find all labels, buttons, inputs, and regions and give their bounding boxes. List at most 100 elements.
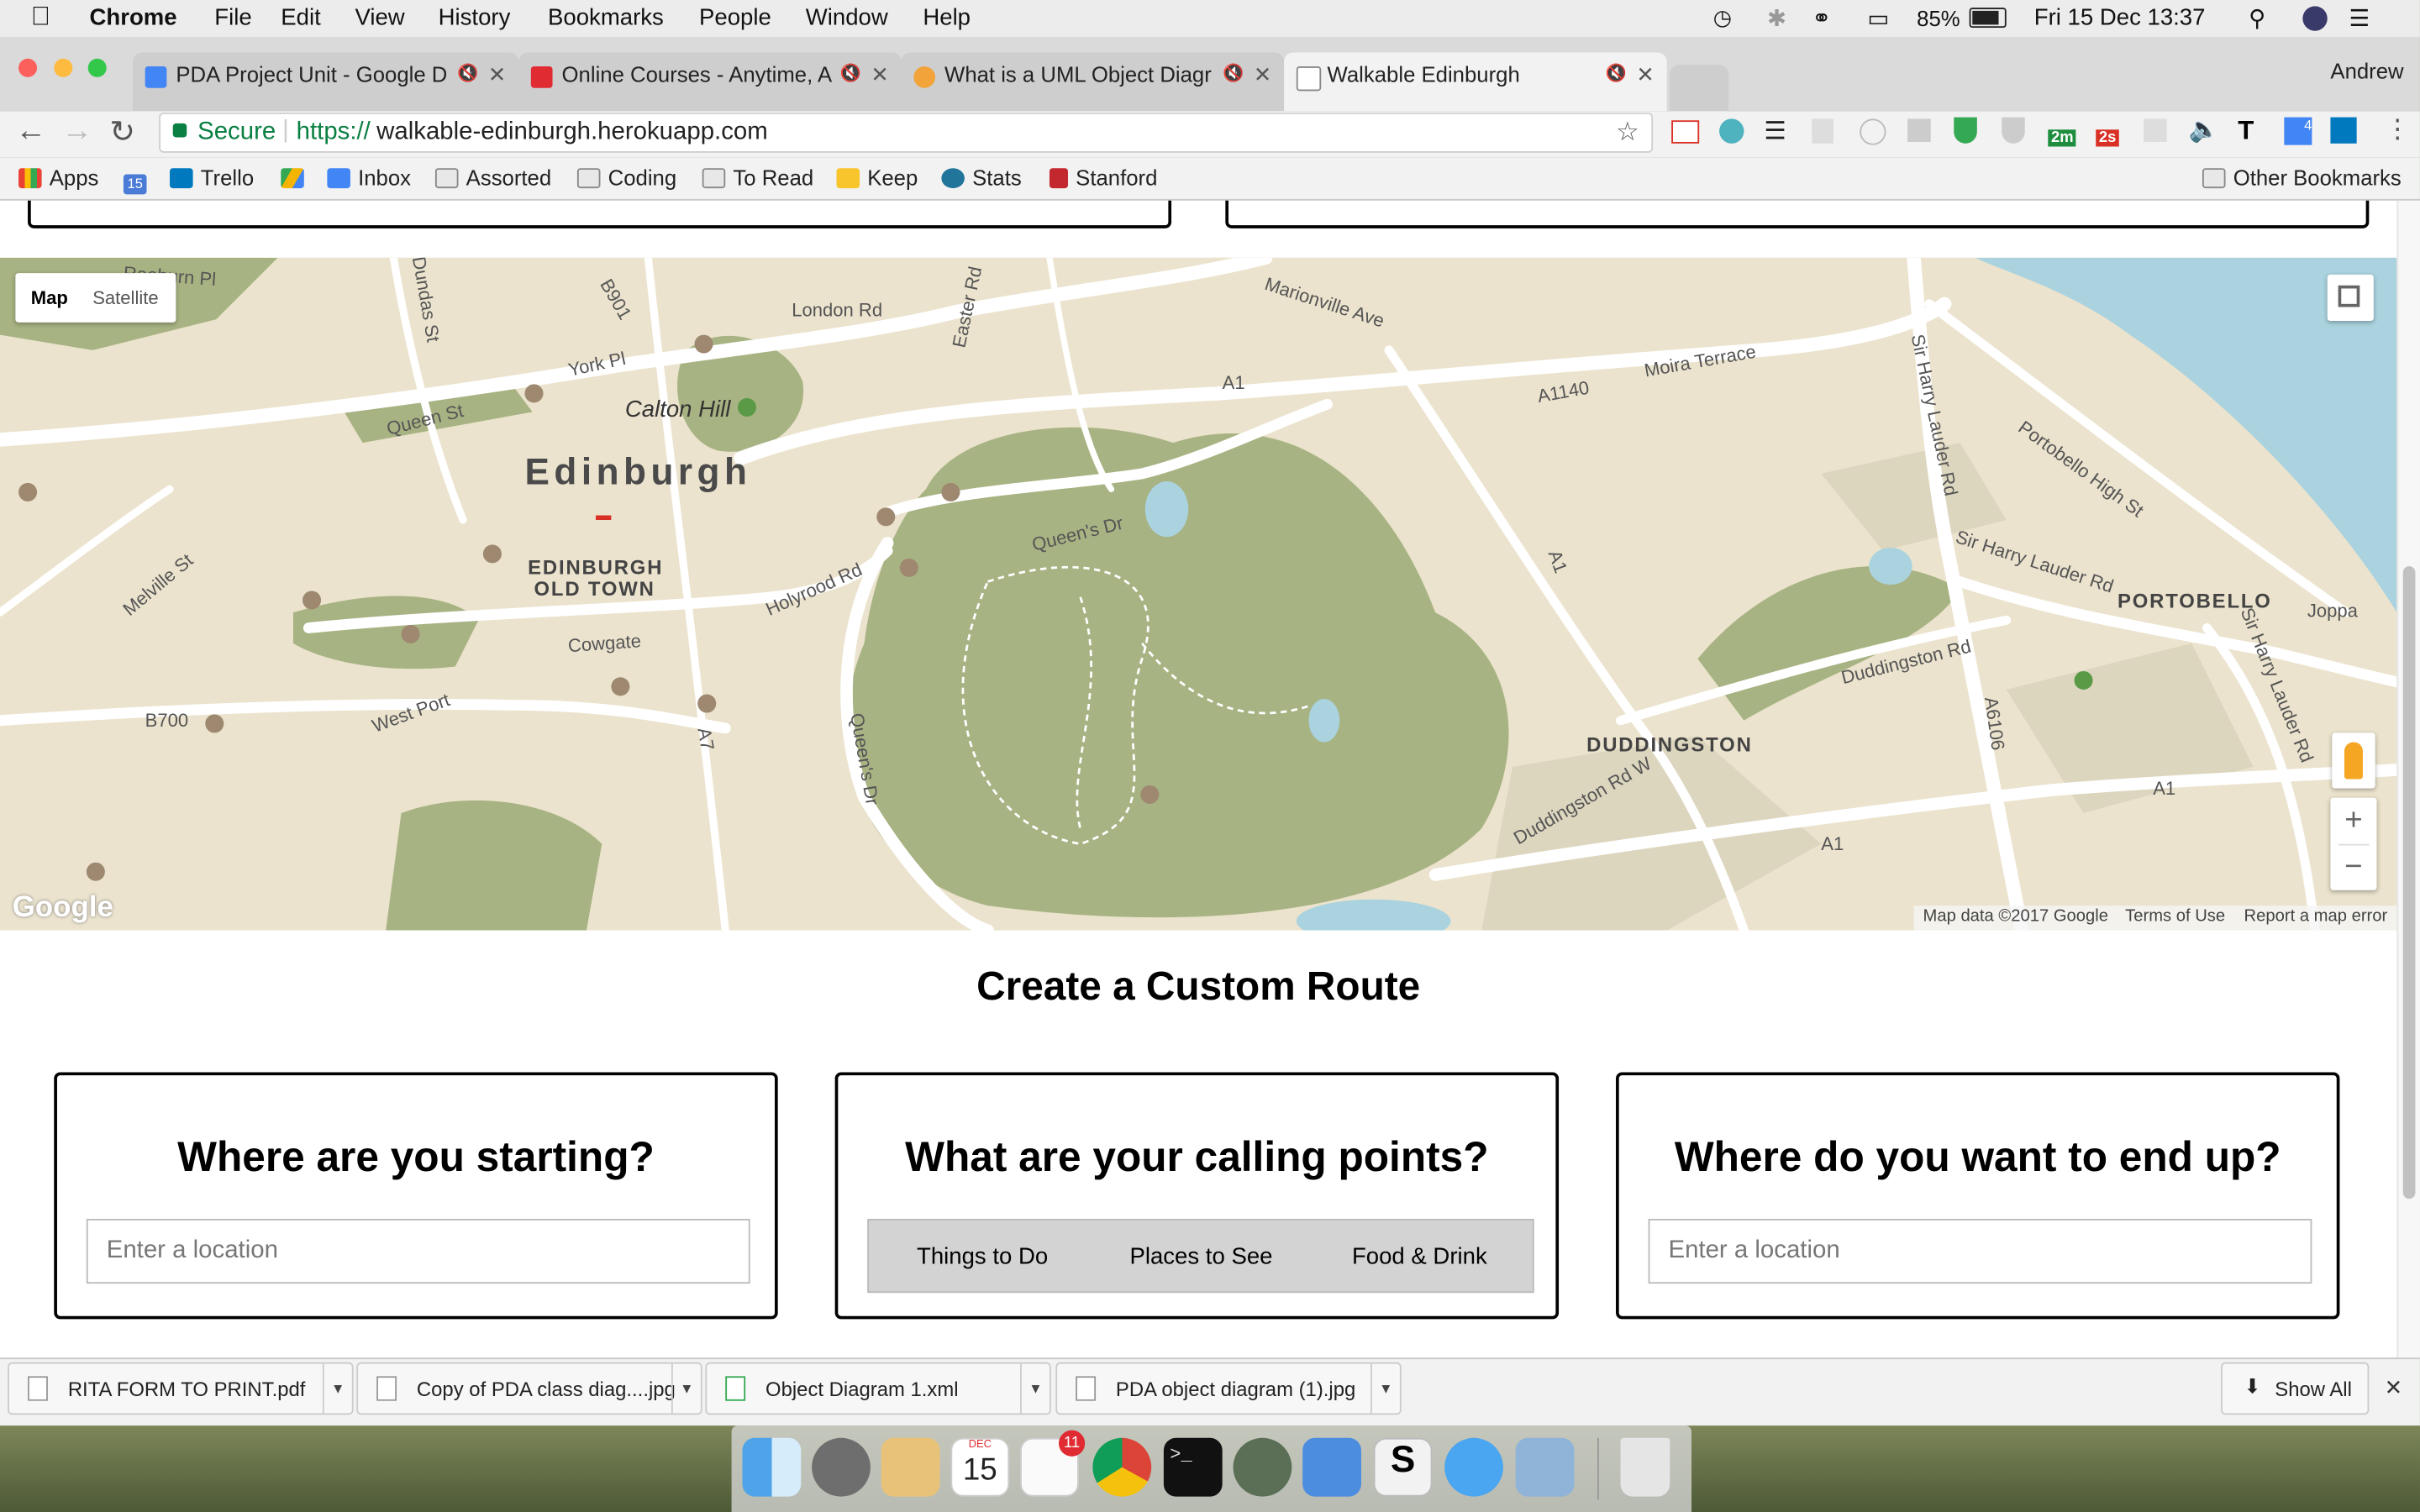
tab-pda-project[interactable]: PDA Project Unit - Google D 🔇 ✕ — [132, 52, 519, 112]
close-tab-icon[interactable]: ✕ — [1636, 61, 1655, 87]
trello-icon[interactable] — [2330, 117, 2357, 144]
pages-icon[interactable] — [881, 1437, 940, 1497]
messages-icon[interactable] — [1444, 1437, 1503, 1497]
scrollbar-thumb[interactable] — [2402, 566, 2416, 1200]
spotlight-icon[interactable]: ⚲ — [2249, 5, 2265, 32]
atom-icon[interactable] — [1233, 1437, 1292, 1497]
menu-help[interactable]: Help — [923, 5, 971, 31]
clock[interactable]: Fri 15 Dec 13:37 — [2034, 5, 2206, 31]
bookmark-folder-to-read[interactable]: To Read — [702, 165, 813, 190]
poi-marker-icon[interactable] — [1140, 785, 1160, 804]
reload-icon[interactable]: ↻ — [109, 113, 135, 151]
bluetooth-icon[interactable]: ✱ — [1767, 5, 1786, 32]
extension-badge[interactable]: 2m — [2048, 129, 2077, 147]
bookmark-folder-assorted[interactable]: Assorted — [434, 165, 551, 190]
address-bar[interactable]: Secure | https:// walkable-edinburgh.her… — [159, 113, 1654, 153]
map-type-satellite-button[interactable]: Satellite — [92, 287, 158, 309]
tab-online-courses[interactable]: Online Courses - Anytime, A 🔇 ✕ — [518, 52, 902, 112]
airplay-icon[interactable]: ▭ — [1867, 5, 1889, 32]
text-icon[interactable]: T — [2238, 116, 2254, 147]
download-item[interactable]: RITA FORM TO PRINT.pdf ▼ — [8, 1362, 354, 1415]
menu-edit[interactable]: Edit — [281, 5, 320, 31]
profile-name[interactable]: Andrew — [2330, 59, 2403, 83]
menu-people[interactable]: People — [699, 5, 771, 31]
notification-center-icon[interactable]: ☰ — [2349, 5, 2370, 32]
zoom-window-button[interactable] — [87, 58, 107, 77]
bookmark-stanford[interactable]: Stanford — [1049, 165, 1157, 190]
page-scrollbar[interactable] — [2396, 200, 2420, 1358]
museum-icon[interactable] — [899, 558, 918, 577]
menu-bookmarks[interactable]: Bookmarks — [548, 5, 664, 31]
bookmark-other[interactable]: Other Bookmarks — [2202, 165, 2402, 190]
close-downloads-icon[interactable]: ✕ — [2385, 1374, 2403, 1400]
finder-icon[interactable] — [742, 1437, 802, 1497]
shield-icon[interactable] — [2002, 117, 2025, 144]
poi-marker-icon[interactable] — [86, 862, 105, 881]
poi-marker-icon[interactable] — [482, 544, 502, 564]
system-preferences-icon[interactable] — [812, 1437, 871, 1497]
speaker-icon[interactable]: 🔈 — [2188, 114, 2219, 145]
fullscreen-button[interactable] — [2327, 274, 2374, 322]
extension-badge[interactable]: 2s — [2096, 129, 2120, 147]
chevron-down-icon[interactable]: ▼ — [322, 1363, 352, 1414]
extension-icon[interactable] — [2144, 118, 2167, 142]
new-tab-button[interactable] — [1670, 65, 1729, 112]
extension-icon[interactable] — [1719, 118, 1744, 144]
extension-icon[interactable] — [1860, 118, 1886, 145]
menu-window[interactable]: Window — [806, 5, 888, 31]
forward-icon[interactable]: → — [61, 114, 92, 150]
gmail-icon[interactable] — [1671, 120, 1700, 144]
mute-icon[interactable]: 🔇 — [1223, 63, 1244, 83]
poi-marker-icon[interactable] — [697, 694, 717, 713]
zoom-in-button[interactable]: + — [2330, 798, 2376, 844]
close-window-button[interactable] — [18, 58, 38, 77]
tab-walkable-edinburgh[interactable]: Walkable Edinburgh 🔇 ✕ — [1284, 52, 1667, 112]
download-item[interactable]: PDA object diagram (1).jpg ▼ — [1055, 1362, 1402, 1415]
buffer-icon[interactable]: ☰ — [1764, 116, 1786, 147]
park-marker-icon[interactable] — [737, 397, 756, 417]
trash-icon[interactable] — [1620, 1437, 1670, 1497]
menu-history[interactable]: History — [439, 5, 511, 31]
mute-icon[interactable]: 🔇 — [457, 63, 478, 83]
extension-icon[interactable] — [1812, 118, 1833, 144]
apple-icon[interactable]:  — [31, 2, 50, 33]
chrome-icon[interactable] — [1092, 1437, 1152, 1497]
start-location-input[interactable] — [86, 1218, 750, 1284]
battery-icon[interactable] — [1969, 8, 2007, 29]
bookmark-stats[interactable]: Stats — [941, 165, 1022, 190]
chrome-menu-icon[interactable]: ⋮ — [2385, 114, 2411, 145]
close-tab-icon[interactable]: ✕ — [871, 61, 889, 87]
end-location-input[interactable] — [1648, 1218, 2312, 1284]
back-icon[interactable]: ← — [15, 114, 46, 150]
menu-view[interactable]: View — [355, 5, 404, 31]
poi-marker-icon[interactable] — [611, 677, 630, 696]
terminal-icon[interactable]: >_ — [1163, 1437, 1223, 1497]
bookmark-star-icon[interactable]: ☆ — [1616, 118, 1639, 149]
show-all-downloads-button[interactable]: ⬇ Show All — [2221, 1362, 2370, 1415]
poi-marker-icon[interactable] — [941, 482, 960, 501]
bookmark-keep[interactable]: Keep — [836, 165, 918, 190]
poi-marker-icon[interactable] — [205, 714, 224, 733]
tab-uml-object-diagram[interactable]: What is a UML Object Diagr 🔇 ✕ — [901, 52, 1285, 112]
bookmark-inbox[interactable]: Inbox — [327, 165, 411, 190]
poi-marker-icon[interactable] — [524, 384, 544, 403]
bookmark-folder-coding[interactable]: Coding — [576, 165, 676, 190]
minimize-window-button[interactable] — [54, 58, 73, 77]
poi-marker-icon[interactable] — [694, 334, 713, 354]
chevron-down-icon[interactable]: ▼ — [671, 1363, 701, 1414]
mute-icon[interactable]: 🔇 — [1606, 63, 1627, 83]
siri-icon[interactable] — [2302, 6, 2328, 31]
time-machine-icon[interactable]: ◷ — [1713, 5, 1732, 31]
poi-marker-icon[interactable] — [302, 591, 322, 610]
map-type-map-button[interactable]: Map — [31, 287, 68, 309]
places-to-see-button[interactable]: Places to See — [1129, 1243, 1272, 1269]
preview-icon[interactable] — [1515, 1437, 1575, 1497]
mute-icon[interactable]: 🔇 — [840, 63, 861, 83]
download-item[interactable]: Object Diagram 1.xml ▼ — [705, 1362, 1051, 1415]
close-tab-icon[interactable]: ✕ — [1254, 61, 1272, 87]
street-view-pegman[interactable] — [2332, 732, 2375, 789]
menu-file[interactable]: File — [214, 5, 251, 31]
chevron-down-icon[interactable]: ▼ — [1370, 1363, 1400, 1414]
slack-icon[interactable]: S — [1373, 1437, 1433, 1497]
bookmark-trello[interactable]: Trello — [170, 165, 254, 190]
